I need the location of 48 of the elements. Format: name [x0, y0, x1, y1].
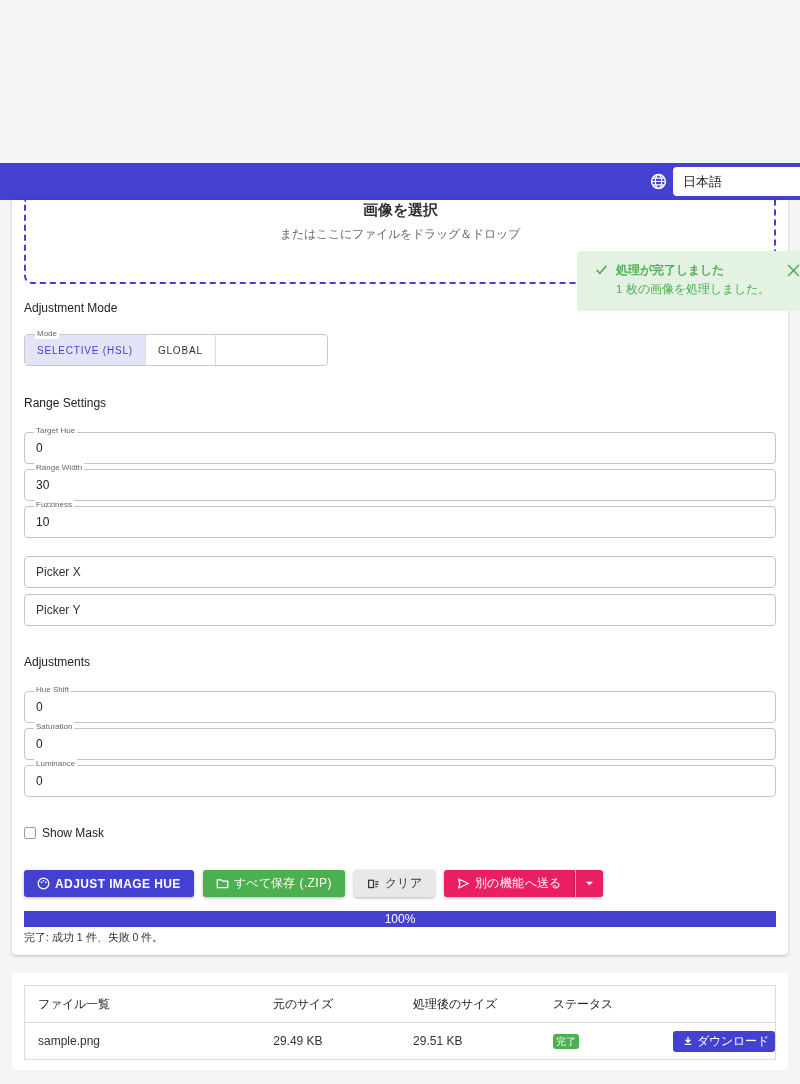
- download-button[interactable]: ダウンロード: [673, 1030, 775, 1052]
- column-header: ファイル一覧: [24, 985, 261, 1023]
- field-label: Hue Shift: [34, 685, 71, 695]
- column-header: 処理後のサイズ: [400, 985, 540, 1023]
- drop-title: 画像を選択: [362, 201, 438, 220]
- section-heading: Adjustments: [24, 655, 92, 669]
- mode-option[interactable]: SELECTIVE (HSL): [25, 335, 146, 365]
- input-field[interactable]: 0: [24, 728, 776, 760]
- globe-icon[interactable]: [650, 173, 667, 190]
- check-icon: [595, 263, 608, 276]
- table-cell: 29.51 KB: [400, 1022, 540, 1060]
- send-icon: [457, 877, 471, 890]
- field-label: Fuzziness: [34, 500, 74, 510]
- dropdown-button[interactable]: [574, 870, 603, 897]
- toast-message: 1 枚の画像を処理しました。: [616, 282, 770, 297]
- summary-text: 完了: 成功 1 件、失敗 0 件。: [24, 931, 165, 945]
- language-select[interactable]: 日本語: [673, 167, 800, 196]
- field-label: Target Hue: [34, 426, 78, 436]
- palette-icon: [37, 877, 50, 890]
- input-field[interactable]: 0: [24, 691, 776, 723]
- field-label: Range Width: [34, 463, 85, 473]
- send-button[interactable]: 別の機能へ送る: [444, 870, 575, 897]
- clear-icon: [366, 877, 380, 890]
- group-label: Mode: [35, 329, 59, 339]
- column-header: 元のサイズ: [260, 985, 401, 1023]
- table-cell: 29.49 KB: [260, 1022, 401, 1060]
- field-label: Luminance: [34, 759, 78, 769]
- clear-button[interactable]: クリア: [353, 870, 436, 897]
- input-field[interactable]: 10: [24, 506, 776, 538]
- progress-reading: 100%: [384, 911, 416, 927]
- folder-icon: [215, 877, 229, 890]
- column-header: ステータス: [539, 985, 660, 1023]
- status-badge: 完了: [552, 1033, 579, 1049]
- download-icon: [683, 1036, 693, 1046]
- checkbox-label: Show Mask: [42, 826, 105, 840]
- caret-icon: [584, 879, 594, 888]
- section-heading: Range Settings: [24, 396, 108, 410]
- input-field[interactable]: Picker X: [24, 556, 776, 588]
- input-field[interactable]: Picker Y: [24, 594, 776, 626]
- table-cell: sample.png: [24, 1022, 261, 1060]
- input-field[interactable]: 0: [24, 765, 776, 797]
- toast-title: 処理が完了しました: [616, 263, 725, 278]
- section-heading: Adjustment Mode: [24, 301, 119, 315]
- checkbox[interactable]: [24, 827, 36, 839]
- close-icon[interactable]: [787, 264, 800, 277]
- primary-button[interactable]: ADJUST IMAGE HUE: [24, 870, 194, 897]
- drop-hint: またはここにファイルをドラッグ＆ドロップ: [280, 227, 520, 242]
- field-label: Saturation: [34, 722, 75, 732]
